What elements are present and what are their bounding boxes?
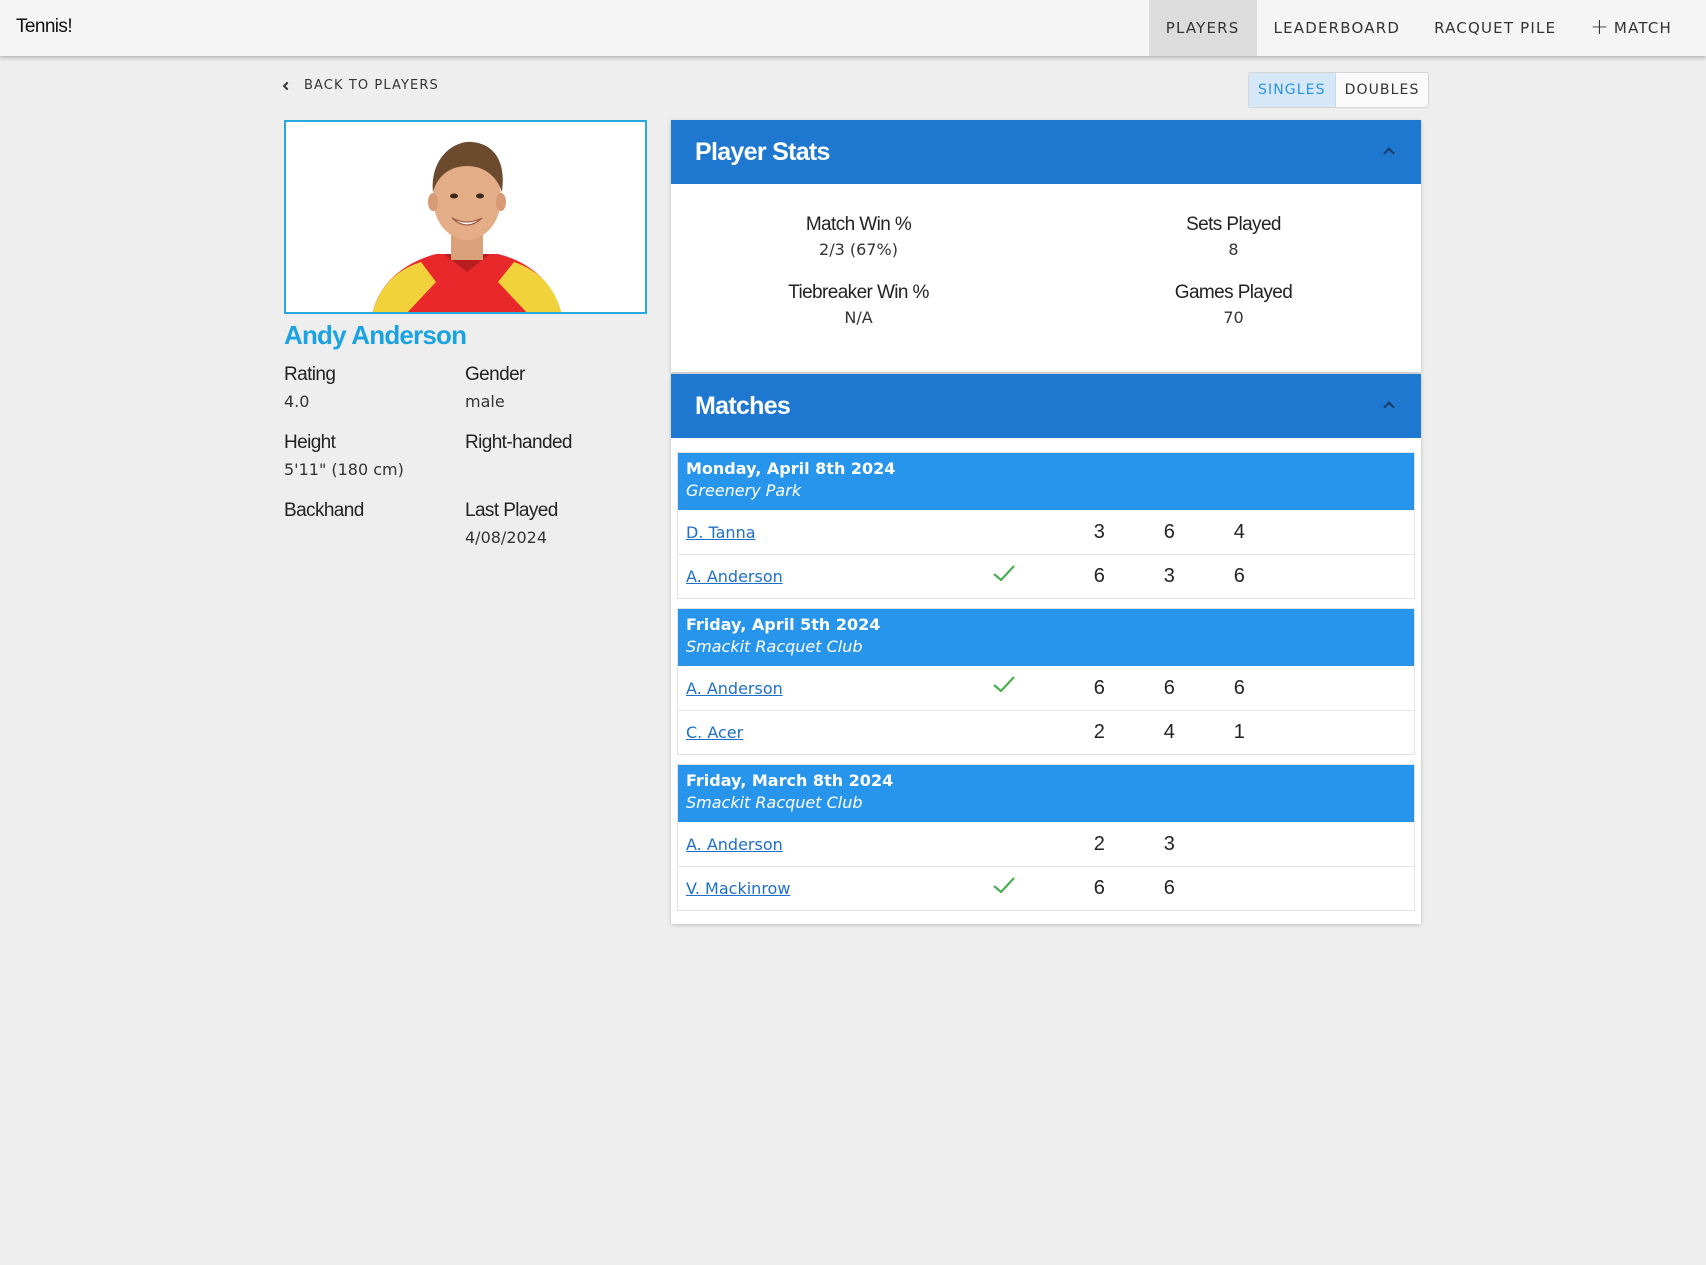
player-stats-header[interactable]: Player Stats — [671, 120, 1421, 184]
match-venue: Smackit Racquet Club — [686, 637, 863, 656]
player-link[interactable]: A. Anderson — [686, 835, 783, 854]
sets-played-value: 8 — [1228, 240, 1239, 259]
set-score: 3 — [1093, 520, 1105, 543]
rating-attr: Rating 4.0 — [284, 364, 336, 411]
player-link[interactable]: V. Mackinrow — [686, 879, 790, 898]
player-link[interactable]: A. Anderson — [686, 567, 783, 586]
last-played-label: Last Played — [465, 500, 558, 521]
set-score: 6 — [1233, 676, 1245, 699]
back-to-players-link[interactable]: BACK TO PLAYERS — [282, 78, 439, 93]
match-player-row: V. Mackinrow 6 6 — [678, 866, 1414, 910]
matches-title: Matches — [695, 391, 791, 420]
player-name: Andy Anderson — [284, 320, 467, 350]
rating-label: Rating — [284, 364, 336, 385]
plus-icon: + — [1590, 15, 1610, 40]
set-score: 6 — [1093, 565, 1105, 587]
nav-racquet-pile[interactable]: RACQUET PILE — [1417, 0, 1573, 56]
match-player-row: D. Tanna 3 6 4 — [678, 510, 1414, 554]
height-label: Height — [284, 432, 336, 453]
height-value: 5'11" (180 cm) — [284, 460, 404, 479]
app-title[interactable]: Tennis! — [16, 16, 73, 38]
handedness-label: Right-handed — [465, 432, 572, 453]
match-player-row: A. Anderson 6 6 6 — [678, 666, 1414, 710]
match-venue: Greenery Park — [686, 481, 802, 500]
top-bar: Tennis! PLAYERS LEADERBOARD RACQUET PILE… — [0, 0, 1706, 56]
main-nav: PLAYERS LEADERBOARD RACQUET PILE + MATCH — [1148, 0, 1689, 56]
match-header: Friday, March 8th 2024 Smackit Racquet Cl… — [678, 765, 1414, 822]
set-score: 3 — [1163, 565, 1175, 587]
match-header: Monday, April 8th 2024 Greenery Park — [678, 453, 1414, 510]
match-player-row: A. Anderson 6 3 6 — [678, 554, 1414, 598]
winner-check-icon — [993, 877, 1015, 893]
match-card: Friday, March 8th 2024 Smackit Racquet Cl… — [677, 764, 1415, 911]
set-score: 2 — [1093, 721, 1105, 743]
last-played-value: 4/08/2024 — [465, 528, 548, 547]
doubles-button[interactable]: DOUBLES — [1336, 73, 1429, 107]
player-portrait — [286, 122, 645, 312]
rating-value: 4.0 — [284, 392, 310, 411]
set-score: 1 — [1233, 721, 1245, 743]
sets-played-stat: Sets Played 8 — [1046, 214, 1421, 259]
last-played-attr: Last Played 4/08/2024 — [465, 500, 558, 547]
player-link[interactable]: A. Anderson — [686, 679, 783, 698]
match-win-value: 2/3 (67%) — [819, 240, 898, 259]
player-stats-title: Player Stats — [695, 137, 830, 166]
match-date: Monday, April 8th 2024 — [686, 459, 896, 478]
matches-panel: Matches Monday, April 8th 2024 Greenery P… — [671, 374, 1421, 924]
games-played-label: Games Played — [1174, 282, 1293, 303]
player-link[interactable]: D. Tanna — [686, 523, 756, 542]
winner-check-icon — [993, 565, 1015, 581]
set-score: 6 — [1163, 877, 1175, 899]
singles-button[interactable]: SINGLES — [1249, 73, 1336, 107]
chevron-up-icon[interactable] — [1383, 147, 1395, 159]
player-stats-panel: Player Stats Match Win % 2/3 (67%) Sets … — [671, 120, 1421, 372]
tiebreaker-value: N/A — [844, 308, 873, 327]
set-score: 4 — [1163, 721, 1175, 743]
tiebreaker-label: Tiebreaker Win % — [788, 282, 929, 303]
height-attr: Height 5'11" (180 cm) — [284, 432, 404, 479]
gender-value: male — [465, 392, 505, 411]
match-card: Monday, April 8th 2024 Greenery Park D. Ta… — [677, 452, 1415, 599]
handedness-attr: Right-handed — [465, 432, 572, 454]
match-win-label: Match Win % — [805, 214, 912, 235]
nav-add-match-label: MATCH — [1613, 19, 1672, 37]
match-date: Friday, April 5th 2024 — [686, 615, 881, 634]
set-score: 6 — [1093, 877, 1105, 899]
matches-header[interactable]: Matches — [671, 374, 1421, 438]
chevron-left-icon — [282, 81, 292, 90]
winner-check-icon — [993, 676, 1015, 692]
match-win-stat: Match Win % 2/3 (67%) — [671, 214, 1046, 259]
set-score: 6 — [1163, 520, 1175, 543]
nav-players[interactable]: PLAYERS — [1148, 0, 1257, 56]
games-played-stat: Games Played 70 — [1046, 282, 1421, 327]
set-score: 4 — [1233, 520, 1245, 543]
matches-list: Monday, April 8th 2024 Greenery Park D. Ta… — [671, 452, 1421, 911]
player-link[interactable]: C. Acer — [686, 723, 743, 742]
match-player-row: A. Anderson 2 3 — [678, 822, 1414, 866]
backhand-attr: Backhand — [284, 500, 364, 522]
mode-toggle: SINGLES DOUBLES — [1248, 72, 1430, 108]
match-card: Friday, April 5th 2024 Smackit Racquet Cl… — [677, 608, 1415, 755]
set-score: 3 — [1163, 832, 1175, 855]
games-played-value: 70 — [1223, 308, 1244, 327]
match-header: Friday, April 5th 2024 Smackit Racquet Cl… — [678, 609, 1414, 666]
player-photo — [284, 120, 647, 314]
sets-played-label: Sets Played — [1186, 214, 1281, 235]
set-score: 2 — [1093, 832, 1105, 855]
backhand-label: Backhand — [284, 500, 364, 521]
back-link-label: BACK TO PLAYERS — [304, 78, 439, 93]
gender-label: Gender — [465, 364, 525, 385]
nav-leaderboard[interactable]: LEADERBOARD — [1257, 0, 1418, 56]
gender-attr: Gender male — [465, 364, 525, 411]
match-venue: Smackit Racquet Club — [686, 793, 863, 812]
nav-add-match[interactable]: + MATCH — [1573, 0, 1689, 56]
set-score: 6 — [1233, 565, 1245, 587]
chevron-up-icon[interactable] — [1383, 401, 1395, 413]
match-player-row: C. Acer 2 4 1 — [678, 710, 1414, 754]
tiebreaker-stat: Tiebreaker Win % N/A — [671, 282, 1046, 327]
match-date: Friday, March 8th 2024 — [686, 771, 894, 790]
stats-grid: Match Win % 2/3 (67%) Sets Played 8 Tieb… — [671, 184, 1421, 372]
set-score: 6 — [1093, 676, 1105, 699]
set-score: 6 — [1163, 676, 1175, 699]
